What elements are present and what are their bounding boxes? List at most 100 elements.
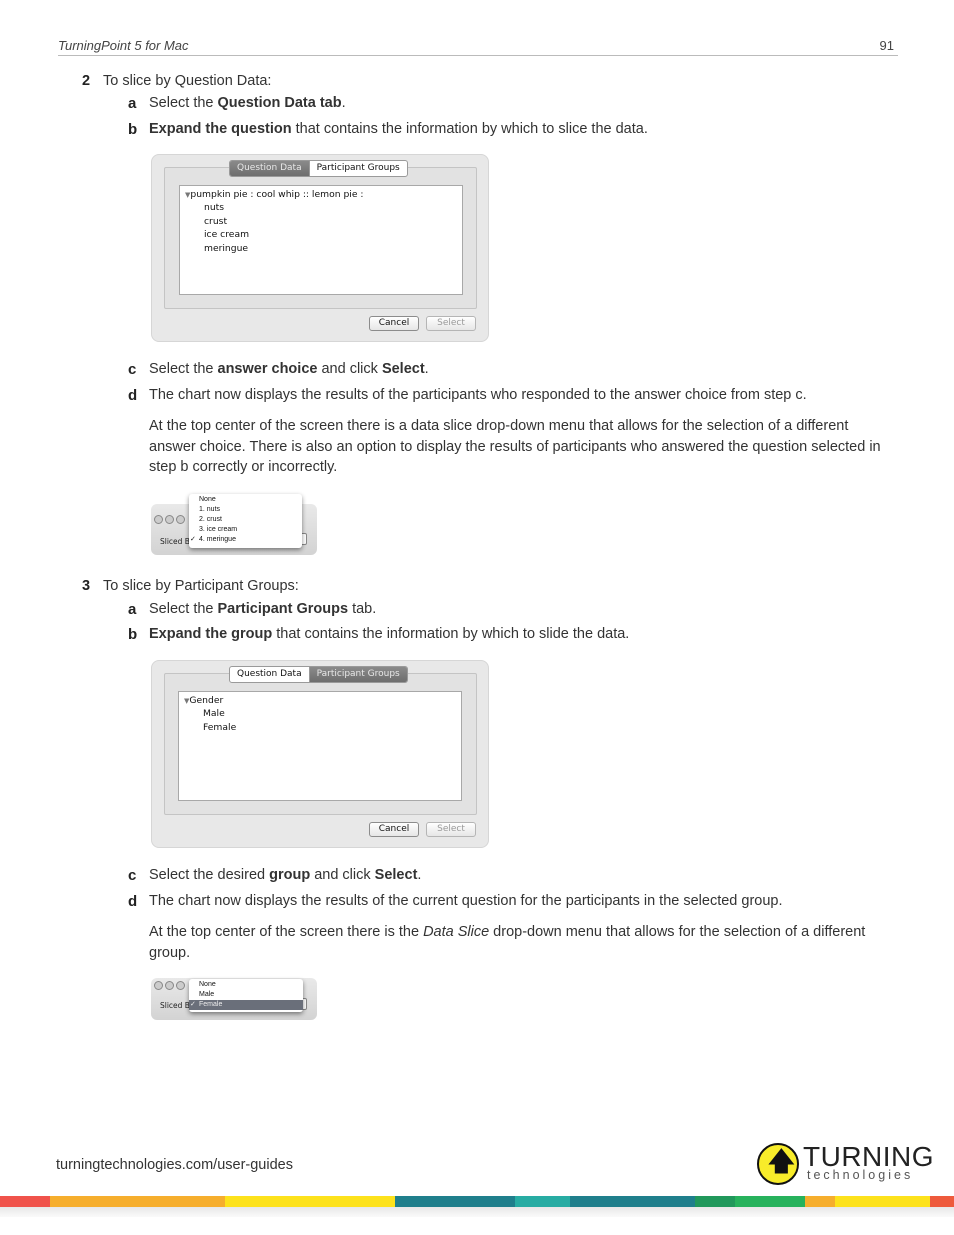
bold-text: group: [269, 867, 311, 883]
emphasis-text: Data Slice: [423, 924, 490, 940]
band-segment: [930, 1196, 954, 1207]
tab-question-data[interactable]: Question Data: [230, 667, 309, 682]
substep-letter: c: [128, 361, 137, 378]
cancel-button[interactable]: Cancel: [369, 822, 419, 837]
menu-item-label: None: [199, 496, 216, 503]
tree-root-label: pumpkin pie : cool whip :: lemon pie :: [190, 189, 364, 200]
tab-participant-groups[interactable]: Participant Groups: [308, 667, 407, 682]
bold-text: Select: [381, 361, 425, 377]
step-text: To slice by Participant Groups:: [103, 578, 299, 594]
substep-3c: Select the desired group and click Selec…: [149, 867, 421, 883]
band-segment: [735, 1196, 805, 1207]
menu-item-label: 3. ice cream: [199, 526, 238, 533]
text: At the top center of the screen there is…: [149, 924, 424, 940]
up-arrow-icon: 🡅: [768, 1146, 795, 1176]
tree-item[interactable]: ice cream: [204, 229, 249, 240]
page-header: TurningPoint 5 for Mac 91: [58, 38, 898, 56]
color-band: [0, 1196, 954, 1207]
menu-item[interactable]: 2. crust: [189, 515, 302, 525]
substep-2d: The chart now displays the results of th…: [149, 387, 807, 403]
tree-item[interactable]: Female: [203, 722, 236, 733]
zoom-window-icon[interactable]: [176, 981, 185, 990]
menu-item-label: None: [199, 981, 216, 988]
minimize-window-icon[interactable]: [165, 981, 174, 990]
tree-item[interactable]: nuts: [204, 202, 224, 213]
page-number: 91: [879, 38, 894, 53]
footer-url[interactable]: turningtechnologies.com/user-guides: [56, 1157, 293, 1173]
text: .: [424, 361, 429, 377]
bold-text: Expand the group: [149, 626, 273, 642]
substep-letter: a: [128, 601, 137, 618]
tab-bar: Question Data Participant Groups: [229, 666, 408, 683]
bold-text: Select: [374, 867, 418, 883]
step-number: 2: [82, 73, 91, 89]
menu-item-label: Female: [199, 1001, 223, 1008]
minimize-window-icon[interactable]: [165, 515, 174, 524]
band-segment: [805, 1196, 835, 1207]
group-tree: ▼Gender Male Female: [178, 691, 462, 801]
band-segment: [570, 1196, 695, 1207]
band-segment: [50, 1196, 225, 1207]
menu-item[interactable]: Male: [189, 990, 303, 1000]
data-slice-menu-1: None 1. nuts 2. crust 3. ice cream ✓ 4. m…: [189, 494, 302, 548]
substep-letter: b: [128, 626, 138, 643]
tree-item[interactable]: Male: [203, 708, 225, 719]
paragraph: At the top center of the screen there is…: [149, 922, 897, 963]
menu-item-label: Male: [199, 991, 215, 998]
menu-item-label: 4. meringue: [199, 536, 236, 543]
substep-2c: Select the answer choice and click Selec…: [149, 361, 429, 377]
substep-letter: d: [128, 387, 138, 404]
text: Select the: [149, 601, 218, 617]
participant-groups-dialog: Question Data Participant Groups ▼Gender…: [151, 660, 489, 848]
text: .: [417, 867, 422, 883]
document-title: TurningPoint 5 for Mac: [58, 38, 189, 53]
band-segment: [225, 1196, 395, 1207]
band-segment: [515, 1196, 570, 1207]
substep-3d: The chart now displays the results of th…: [149, 893, 783, 909]
select-button[interactable]: Select: [426, 316, 476, 331]
text: and click: [310, 867, 375, 883]
window-controls: [154, 981, 185, 990]
menu-item-selected[interactable]: ✓ 4. meringue: [189, 535, 302, 545]
tree-item[interactable]: crust: [204, 216, 227, 227]
band-segment: [0, 1196, 50, 1207]
tab-bar: Question Data Participant Groups: [229, 160, 408, 177]
select-button[interactable]: Select: [426, 822, 476, 837]
turning-technologies-logo: 🡅 TURNING technologies: [757, 1142, 934, 1186]
text: tab.: [348, 601, 377, 617]
close-window-icon[interactable]: [154, 515, 163, 524]
bold-text: Participant Groups: [217, 601, 349, 617]
tab-participant-groups[interactable]: Participant Groups: [308, 161, 407, 176]
checkmark-icon: ✓: [190, 536, 196, 543]
zoom-window-icon[interactable]: [176, 515, 185, 524]
question-tree: ▼pumpkin pie : cool whip :: lemon pie : …: [179, 185, 463, 295]
menu-item[interactable]: None: [189, 495, 302, 505]
substep-letter: a: [128, 95, 137, 112]
cancel-button[interactable]: Cancel: [369, 316, 419, 331]
menu-item[interactable]: None: [189, 980, 303, 990]
logo-tagline: technologies: [807, 1168, 914, 1182]
menu-item[interactable]: 1. nuts: [189, 505, 302, 515]
text: .: [341, 95, 346, 111]
substep-letter: d: [128, 893, 138, 910]
text: Select the: [149, 95, 218, 111]
substep-letter: c: [128, 867, 137, 884]
tab-question-data[interactable]: Question Data: [230, 161, 309, 176]
step-text: To slice by Question Data:: [103, 73, 272, 89]
text: that contains the information by which t…: [291, 121, 648, 137]
menu-item[interactable]: 3. ice cream: [189, 525, 302, 535]
band-segment: [695, 1196, 735, 1207]
tree-root-label: Gender: [189, 695, 224, 706]
substep-2a: Select the Question Data tab.: [149, 95, 346, 111]
paragraph: At the top center of the screen there is…: [149, 418, 881, 475]
checkmark-icon: ✓: [190, 1001, 196, 1008]
text: and click: [317, 361, 382, 377]
tree-item[interactable]: meringue: [204, 243, 248, 254]
menu-item-selected[interactable]: ✓ Female: [189, 1000, 303, 1010]
substep-letter: b: [128, 121, 138, 138]
tree-root[interactable]: ▼pumpkin pie : cool whip :: lemon pie :: [185, 189, 364, 200]
tree-root[interactable]: ▼Gender: [184, 695, 223, 706]
close-window-icon[interactable]: [154, 981, 163, 990]
band-segment: [835, 1196, 930, 1207]
menu-item-label: 1. nuts: [199, 506, 221, 513]
